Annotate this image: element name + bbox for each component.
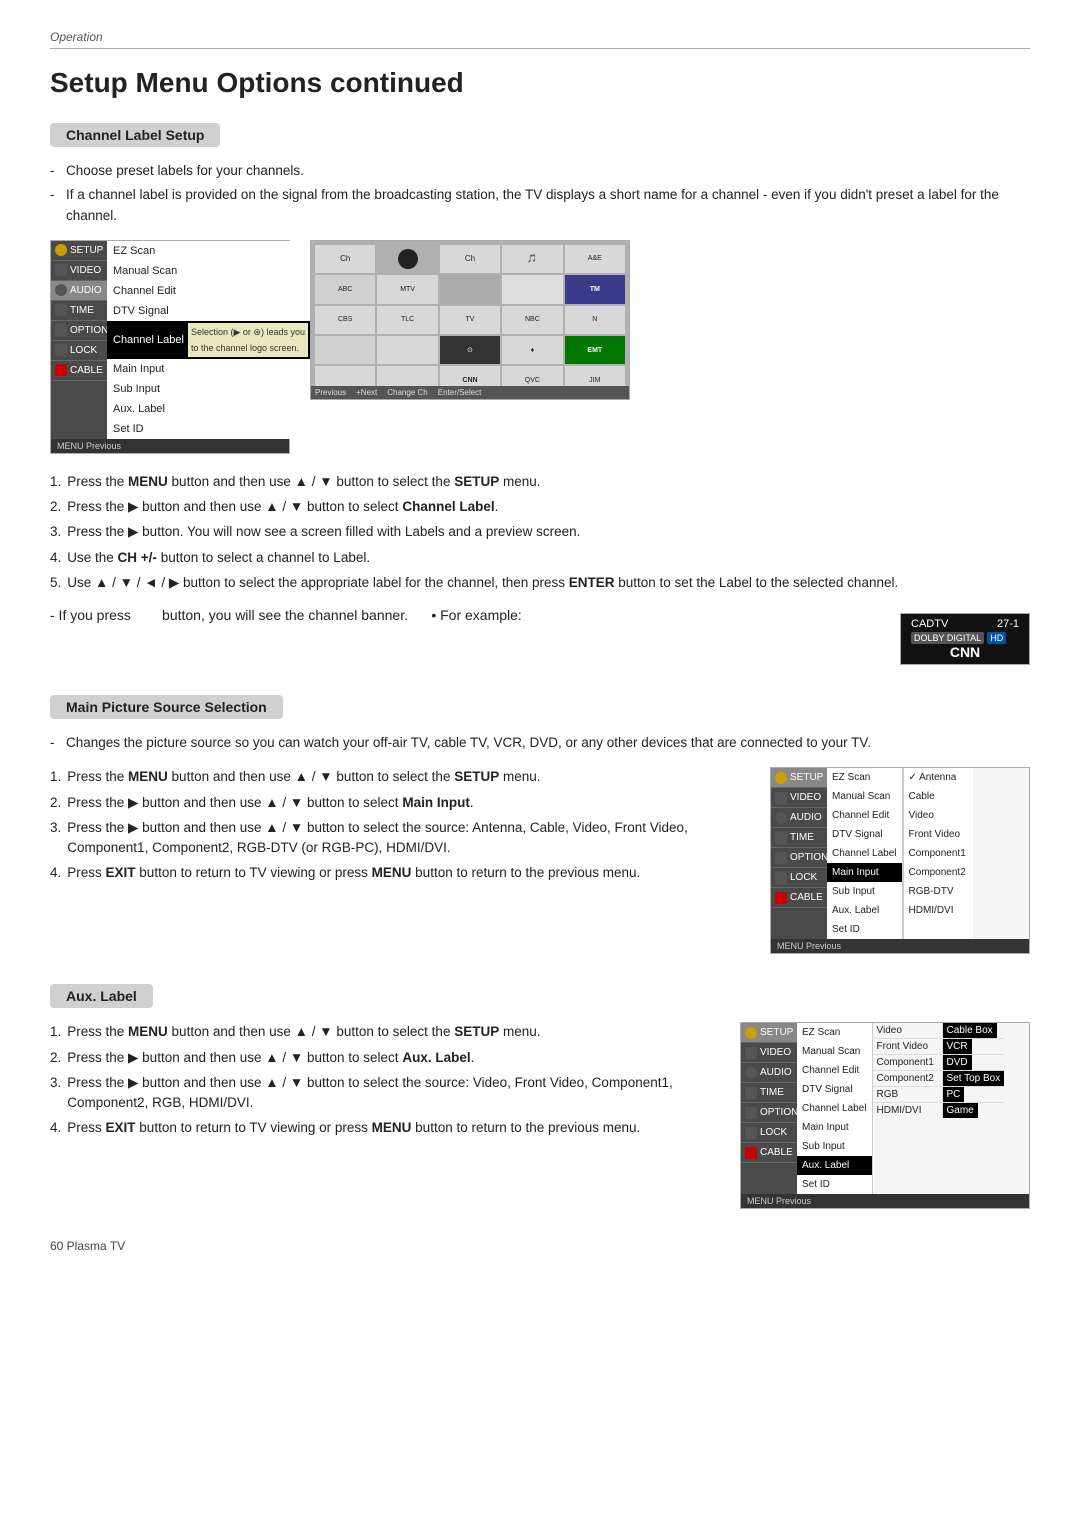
- menu-item-setup: SETUP: [51, 241, 107, 261]
- m2-option: OPTION: [771, 848, 827, 868]
- channel-banner: CADTV 27-1 DOLBY DIGITAL HD CNN: [900, 613, 1030, 665]
- aux-label-content: 1. Press the MENU button and then use ▲ …: [50, 1022, 1030, 1209]
- main-picture-bullets: Changes the picture source so you can wa…: [50, 733, 1030, 753]
- grid-bottom-bar: Previous +Next Change Ch Enter/Select: [311, 386, 629, 399]
- menu-right-col-1: EZ Scan Manual Scan Channel Edit DTV Sig…: [107, 241, 314, 439]
- menu-left-col-1: SETUP VIDEO AUDIO TIME: [51, 241, 107, 439]
- step-5: 5. Use ▲ / ▼ / ◄ / ▶ button to select th…: [50, 573, 1030, 593]
- cable-icon: [55, 364, 67, 376]
- mi-auxlabel: Aux. Label: [107, 399, 314, 419]
- m2-lock: LOCK: [771, 868, 827, 888]
- mi-ezscan: EZ Scan: [107, 241, 314, 261]
- step-1: 1. Press the MENU button and then use ▲ …: [50, 472, 1030, 492]
- mi-channeledit: Channel Edit: [107, 281, 314, 301]
- main-picture-header: Main Picture Source Selection: [50, 695, 283, 719]
- channel-label-header: Channel Label Setup: [50, 123, 220, 147]
- note-text: - If you press button, you will see the …: [50, 607, 522, 623]
- m2-audio: AUDIO: [771, 808, 827, 828]
- aux-step-2: 2. Press the ▶ button and then use ▲ / ▼…: [50, 1048, 720, 1068]
- step-4: 4. Use the CH +/- button to select a cha…: [50, 548, 1030, 568]
- m2-cable: CABLE: [771, 888, 827, 908]
- menu-screenshot-3: SETUP VIDEO AUDIO TIME: [740, 1022, 1030, 1209]
- menu2-sub: Antenna Cable Video Front Video Componen…: [903, 768, 973, 939]
- menu3-left: SETUP VIDEO AUDIO TIME: [741, 1023, 797, 1194]
- channel-label-steps: 1. Press the MENU button and then use ▲ …: [50, 472, 1030, 593]
- mi-subinput: Sub Input: [107, 379, 314, 399]
- banner-channel-name: CNN: [911, 644, 1019, 660]
- main-picture-content: 1. Press the MENU button and then use ▲ …: [50, 767, 1030, 954]
- divider: [50, 48, 1030, 49]
- step-3: 3. Press the ▶ button. You will now see …: [50, 522, 1030, 542]
- main-picture-section: Main Picture Source Selection Changes th…: [50, 695, 1030, 954]
- channel-label-bullets: Choose preset labels for your channels. …: [50, 161, 1030, 226]
- aux-label-section: Aux. Label 1. Press the MENU button and …: [50, 984, 1030, 1209]
- menu3-sub: Video Cable Box Front Video VCR Componen…: [873, 1023, 1005, 1194]
- mi-maininput: Main Input: [107, 359, 314, 379]
- aux-step-1: 1. Press the MENU button and then use ▲ …: [50, 1022, 720, 1042]
- menu-item-time: TIME: [51, 301, 107, 321]
- mp-bullet-1: Changes the picture source so you can wa…: [50, 733, 1030, 753]
- mi-channellabel: Channel Label Selection (▶ or ⊛) leads y…: [107, 321, 314, 359]
- menu-screenshot-2: SETUP VIDEO AUDIO TIME: [770, 767, 1030, 954]
- m3-lock: LOCK: [741, 1123, 797, 1143]
- operation-label: Operation: [50, 30, 1030, 44]
- m3-audio: AUDIO: [741, 1063, 797, 1083]
- m3-time: TIME: [741, 1083, 797, 1103]
- hd-badge: HD: [987, 632, 1006, 644]
- channel-label-note: - If you press button, you will see the …: [50, 607, 1030, 665]
- m3-option: OPTION: [741, 1103, 797, 1123]
- bullet-2: If a channel label is provided on the si…: [50, 185, 1030, 226]
- setup-icon: [55, 244, 67, 256]
- page-title: Setup Menu Options continued: [50, 67, 1030, 99]
- bullet-1: Choose preset labels for your channels.: [50, 161, 1030, 181]
- menu-item-video: VIDEO: [51, 261, 107, 281]
- aux-label-steps: 1. Press the MENU button and then use ▲ …: [50, 1022, 720, 1152]
- time-icon: [55, 304, 67, 316]
- mi-manualscan: Manual Scan: [107, 261, 314, 281]
- video-icon: [55, 264, 67, 276]
- menu-screenshot-1: SETUP VIDEO AUDIO TIME: [50, 240, 290, 454]
- menu3-mid: EZ Scan Manual Scan Channel Edit DTV Sig…: [797, 1023, 873, 1194]
- step-2: 2. Press the ▶ button and then use ▲ / ▼…: [50, 497, 1030, 517]
- menu-item-audio: AUDIO: [51, 281, 107, 301]
- audio-icon: [55, 284, 67, 296]
- m2-video: VIDEO: [771, 788, 827, 808]
- menu-bottom-bar-1: MENU Previous: [51, 439, 289, 453]
- option-icon: [55, 324, 67, 336]
- m3-cable: CABLE: [741, 1143, 797, 1163]
- m2-time: TIME: [771, 828, 827, 848]
- mi-dtvsignal: DTV Signal: [107, 301, 314, 321]
- main-picture-steps: 1. Press the MENU button and then use ▲ …: [50, 767, 750, 897]
- channel-grid: Ch Ch 🎵 A&E ABC MTV TM CBS TLC TV NBC N …: [311, 241, 629, 399]
- aux-label-header: Aux. Label: [50, 984, 153, 1008]
- lock-icon: [55, 344, 67, 356]
- menu3-bottom: MENU Previous: [741, 1194, 1029, 1208]
- menu2-bottom: MENU Previous: [771, 939, 1029, 953]
- menu3-cols: SETUP VIDEO AUDIO TIME: [741, 1023, 1029, 1194]
- channel-label-images: SETUP VIDEO AUDIO TIME: [50, 240, 1030, 454]
- menu-item-option: OPTION: [51, 321, 107, 341]
- menu2-mid: EZ Scan Manual Scan Channel Edit DTV Sig…: [827, 768, 903, 939]
- aux-step-3: 3. Press the ▶ button and then use ▲ / ▼…: [50, 1073, 720, 1114]
- mp-step-3: 3. Press the ▶ button and then use ▲ / ▼…: [50, 818, 750, 859]
- menu-item-lock: LOCK: [51, 341, 107, 361]
- m3-video: VIDEO: [741, 1043, 797, 1063]
- dolby-badge: DOLBY DIGITAL: [911, 632, 984, 644]
- m3-setup: SETUP: [741, 1023, 797, 1043]
- menu2-cols: SETUP VIDEO AUDIO TIME: [771, 768, 1029, 939]
- menu2-left: SETUP VIDEO AUDIO TIME: [771, 768, 827, 939]
- mi-setid: Set ID: [107, 419, 314, 439]
- channel-label-section: Channel Label Setup Choose preset labels…: [50, 123, 1030, 665]
- channel-grid-image: Ch Ch 🎵 A&E ABC MTV TM CBS TLC TV NBC N …: [310, 240, 630, 400]
- mp-step-1: 1. Press the MENU button and then use ▲ …: [50, 767, 750, 787]
- page-footer: 60 Plasma TV: [50, 1239, 1030, 1253]
- mp-step-2: 2. Press the ▶ button and then use ▲ / ▼…: [50, 793, 750, 813]
- aux-step-4: 4. Press EXIT button to return to TV vie…: [50, 1118, 720, 1138]
- mp-step-4: 4. Press EXIT button to return to TV vie…: [50, 863, 750, 883]
- m2-setup: SETUP: [771, 768, 827, 788]
- menu-item-cable: CABLE: [51, 361, 107, 381]
